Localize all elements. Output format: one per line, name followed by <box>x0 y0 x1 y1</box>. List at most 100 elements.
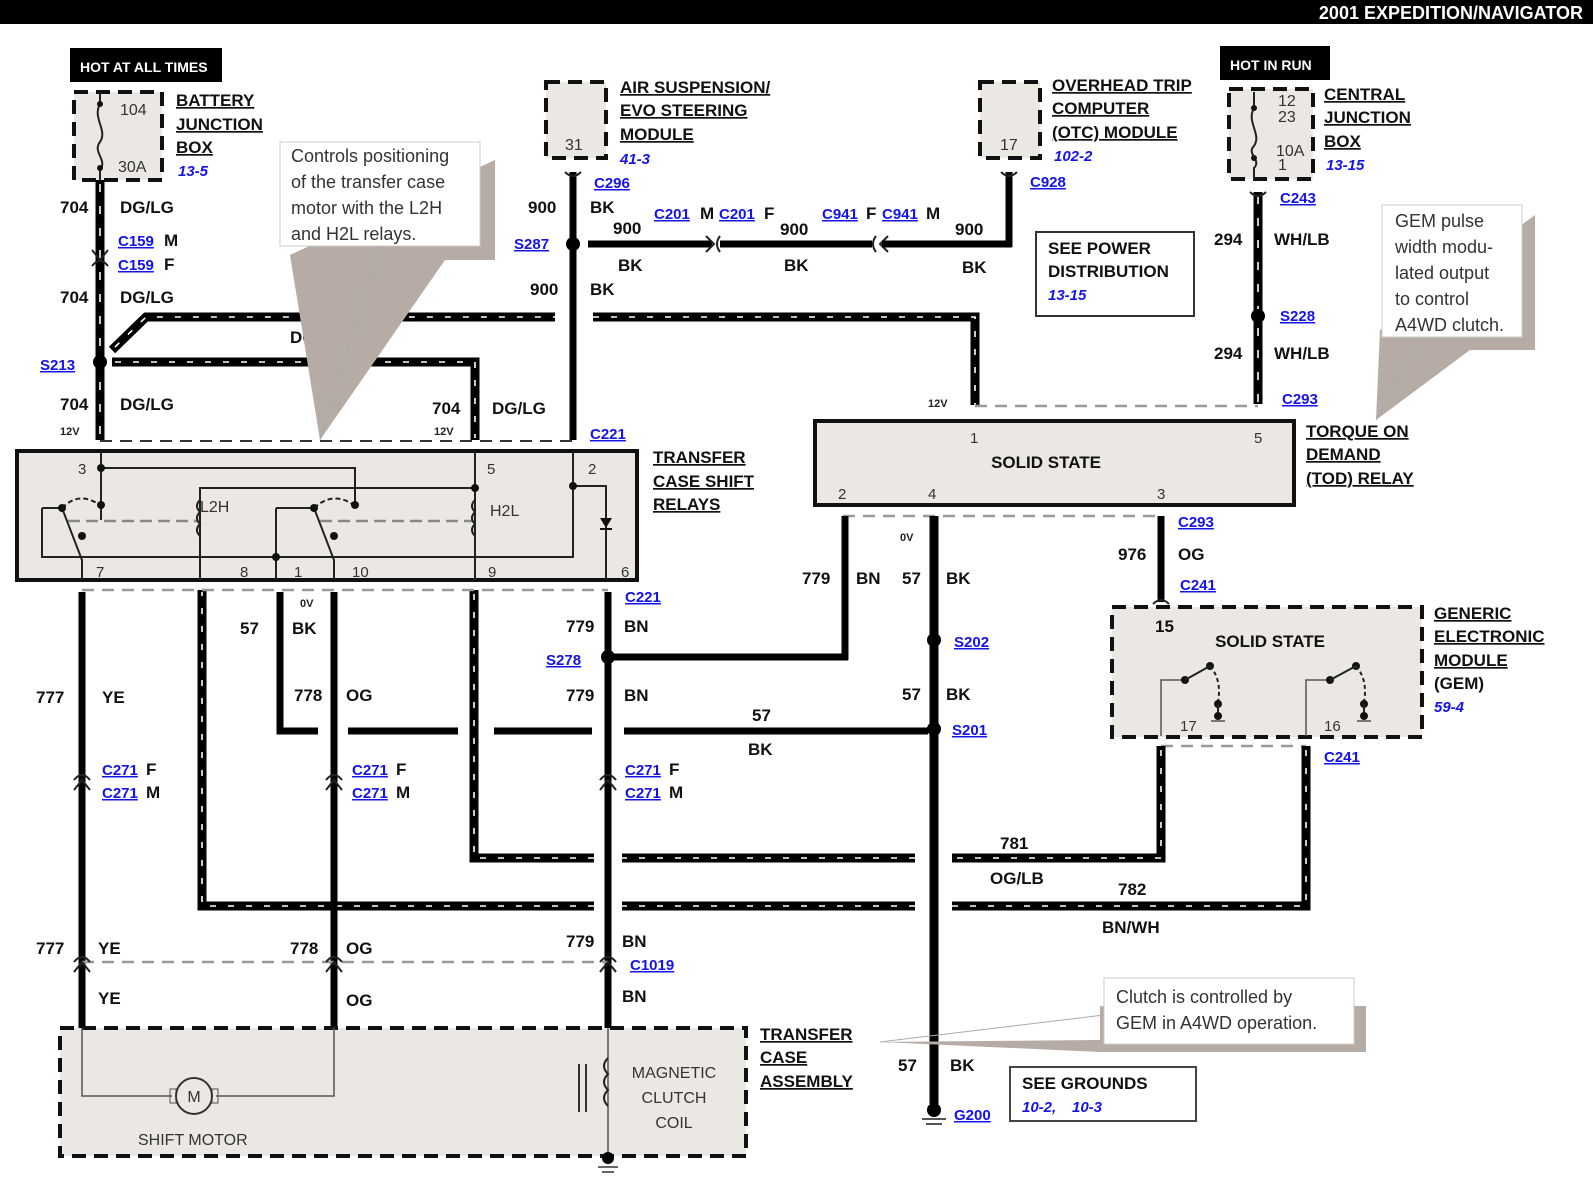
c941f-gender: F <box>866 204 876 223</box>
battery-jb-ref-link[interactable]: 13-5 <box>178 163 209 180</box>
c941m-link[interactable]: C941 <box>882 206 918 223</box>
battery-junction-box[interactable]: 104 30A <box>72 90 164 182</box>
tod-label-2: DEMAND <box>1306 445 1381 464</box>
callout-gem: GEM pulse width modu- lated output to co… <box>1375 204 1535 421</box>
g200-link[interactable]: G200 <box>954 1107 991 1124</box>
c271f-link-1[interactable]: C271 <box>102 762 138 779</box>
see-power-ref-link[interactable]: 13-15 <box>1048 287 1087 304</box>
c1019-link[interactable]: C1019 <box>630 957 674 974</box>
c201m-link[interactable]: C201 <box>654 206 690 223</box>
s202-link[interactable]: S202 <box>954 634 989 651</box>
c201m-gender: M <box>700 204 714 223</box>
central-junction-box[interactable]: 12 23 10A 1 <box>1227 87 1315 181</box>
voltage-12v-2: 12V <box>434 426 454 438</box>
wire-57-circuit-relay: 57 <box>240 619 259 638</box>
c241-link-bottom[interactable]: C241 <box>1324 749 1360 766</box>
air-suspension-label-2: EVO STEERING <box>620 101 748 120</box>
wire-900-circuit-2: 900 <box>530 280 558 299</box>
tod-label-1: TORQUE ON <box>1306 422 1409 441</box>
wire-976-color: OG <box>1178 545 1204 564</box>
wire-57-circuit-2: 57 <box>902 685 921 704</box>
fuse-number: 104 <box>120 102 147 119</box>
wire-704-color-3: DG/LG <box>120 395 174 414</box>
wire-778-circuit-2: 778 <box>290 939 318 958</box>
s228-link[interactable]: S228 <box>1280 308 1315 325</box>
wire-57-relay <box>276 592 318 735</box>
tod-relay[interactable]: 1 5 SOLID STATE 2 4 3 <box>813 419 1296 507</box>
c159m-link[interactable]: C159 <box>118 233 154 250</box>
tod-pin-4: 4 <box>928 486 936 503</box>
relay-pin-1: 1 <box>294 564 302 581</box>
c271m-link-2[interactable]: C271 <box>352 785 388 802</box>
relay-pin-6: 6 <box>621 564 629 581</box>
cjb-pin-12: 12 <box>1278 93 1296 110</box>
wire-704-color: DG/LG <box>120 198 174 217</box>
wire-976-circuit: 976 <box>1118 545 1146 564</box>
gem-ref-link[interactable]: 59-4 <box>1434 699 1465 716</box>
transfer-case-assembly[interactable]: M SHIFT MOTOR MAGNETIC CLUTCH COIL <box>58 1026 748 1158</box>
c293-link-top[interactable]: C293 <box>1282 391 1318 408</box>
c941m-gender: M <box>926 204 940 223</box>
see-grounds-box[interactable]: SEE GROUNDS 10-2, 10-3 <box>1009 1066 1197 1122</box>
s201-link[interactable]: S201 <box>952 722 987 739</box>
voltage-12v-1: 12V <box>60 426 80 438</box>
air-suspension-ref-link[interactable]: 41-3 <box>619 151 651 168</box>
s278-link[interactable]: S278 <box>546 652 581 669</box>
cjb-pin-23: 23 <box>1278 109 1296 126</box>
wire-778-color-2: OG <box>346 939 372 958</box>
splice-s213 <box>93 355 107 369</box>
see-grounds-ref-2[interactable]: 10-3 <box>1072 1099 1103 1116</box>
see-grounds-title: SEE GROUNDS <box>1022 1074 1148 1093</box>
c221-link-bottom[interactable]: C221 <box>625 589 661 606</box>
c271f-link-3[interactable]: C271 <box>625 762 661 779</box>
gem-module[interactable]: 15 SOLID STATE 17 16 <box>1110 605 1424 739</box>
c296-link[interactable]: C296 <box>594 175 630 192</box>
c243-link[interactable]: C243 <box>1280 190 1316 207</box>
c271m-link-1[interactable]: C271 <box>102 785 138 802</box>
relay-pin-9: 9 <box>488 564 496 581</box>
c201f-gender: F <box>764 204 774 223</box>
c201f-link[interactable]: C201 <box>719 206 755 223</box>
s287-link[interactable]: S287 <box>514 236 549 253</box>
wire-777-circuit-2: 777 <box>36 939 64 958</box>
cjb-pin-1: 1 <box>1278 157 1287 174</box>
transfer-case-shift-relays[interactable]: L2H H2L 3 5 2 7 8 1 10 9 6 <box>15 449 639 582</box>
s213-link[interactable]: S213 <box>40 357 75 374</box>
tod-pin-5: 5 <box>1254 430 1262 447</box>
tod-body-label: SOLID STATE <box>991 453 1101 472</box>
wire-778-color-1: OG <box>346 686 372 705</box>
c271m-link-3[interactable]: C271 <box>625 785 661 802</box>
gem-pin-16: 16 <box>1324 718 1341 735</box>
diagram-title: 2001 EXPEDITION/NAVIGATOR <box>1319 3 1583 23</box>
c159f-link[interactable]: C159 <box>118 257 154 274</box>
c941f-link[interactable]: C941 <box>822 206 858 223</box>
see-power-line-1: SEE POWER <box>1048 239 1151 258</box>
relay-pin-8: 8 <box>240 564 248 581</box>
c293-link-bottom[interactable]: C293 <box>1178 514 1214 531</box>
wire-779-color-4: BN <box>622 987 647 1006</box>
c271f-link-2[interactable]: C271 <box>352 762 388 779</box>
see-grounds-ref-1[interactable]: 10-2, <box>1022 1099 1056 1116</box>
otc-pin: 17 <box>1000 137 1018 154</box>
fuse-rating: 30A <box>118 159 147 176</box>
wire-57-circuit-3: 57 <box>898 1056 917 1075</box>
splice-s278 <box>601 650 615 664</box>
wire-900-circuit-4: 900 <box>780 220 808 239</box>
c271f-gender-3: F <box>669 760 679 779</box>
see-power-distribution-box[interactable]: SEE POWER DISTRIBUTION 13-15 <box>1035 231 1195 317</box>
c271m-gender-3: M <box>669 783 683 802</box>
wire-900-color-2: BK <box>590 280 615 299</box>
clutch-label-3: COIL <box>655 1115 692 1132</box>
c241-link-top[interactable]: C241 <box>1180 577 1216 594</box>
relay-pin-5: 5 <box>487 461 495 478</box>
c928-link[interactable]: C928 <box>1030 174 1066 191</box>
c221-link-top[interactable]: C221 <box>590 426 626 443</box>
otc-ref-link[interactable]: 102-2 <box>1054 148 1093 165</box>
cjb-ref-link[interactable]: 13-15 <box>1326 157 1365 174</box>
wire-57-color-h: BK <box>748 740 773 759</box>
wire-57-color-2: BK <box>946 685 971 704</box>
wire-704-color-4: DG/LG <box>492 399 546 418</box>
wire-779-circuit-tod: 779 <box>802 569 830 588</box>
relay-pin-2: 2 <box>588 461 596 478</box>
callout-gem-line-2: width modu- <box>1394 237 1493 257</box>
